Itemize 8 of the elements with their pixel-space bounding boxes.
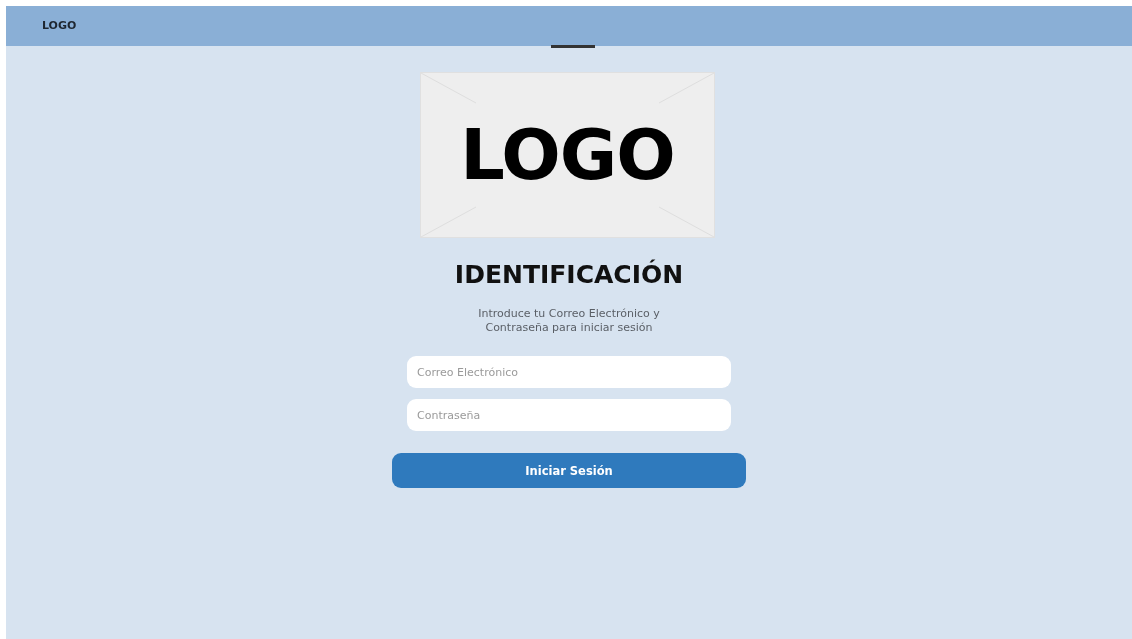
login-button[interactable]: Iniciar Sesión	[392, 453, 746, 488]
email-field[interactable]: Correo Electrónico	[407, 356, 731, 388]
instructions-text: Introduce tu Correo Electrónico y Contraseña para iniciar sesión	[478, 307, 660, 335]
logo-text: LOGO	[460, 114, 675, 196]
page-title: IDENTIFICACIÓN	[454, 260, 684, 289]
header-logo: LOGO	[42, 19, 77, 32]
password-field[interactable]: Contraseña	[407, 399, 731, 431]
underline-bar	[551, 45, 595, 48]
